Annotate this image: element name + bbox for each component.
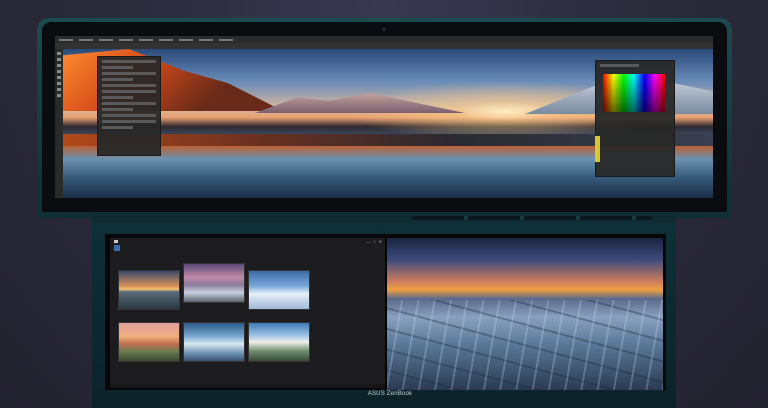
status-bar bbox=[110, 384, 385, 388]
thumbnail-1[interactable] bbox=[118, 270, 180, 310]
folder-icon bbox=[114, 240, 118, 243]
text-tool-icon[interactable] bbox=[57, 88, 61, 91]
zoom-tool-icon[interactable] bbox=[57, 94, 61, 97]
crop-tool-icon[interactable] bbox=[57, 70, 61, 73]
close-button[interactable]: ✕ bbox=[379, 239, 382, 244]
brush-tool-icon[interactable] bbox=[57, 76, 61, 79]
menu-bar[interactable] bbox=[55, 36, 713, 43]
window-controls[interactable]: — □ ✕ bbox=[366, 239, 382, 244]
tab-home[interactable] bbox=[122, 245, 128, 251]
explorer-titlebar bbox=[110, 238, 385, 245]
minimize-button[interactable]: — bbox=[366, 239, 370, 244]
thumbnail-2[interactable] bbox=[183, 263, 245, 303]
maximize-button[interactable]: □ bbox=[373, 239, 375, 244]
main-display bbox=[55, 36, 713, 198]
tools-panel[interactable] bbox=[55, 49, 63, 198]
hinge-vents bbox=[412, 216, 652, 220]
ice-texture bbox=[387, 300, 663, 390]
color-spectrum[interactable] bbox=[603, 74, 665, 112]
lasso-tool-icon[interactable] bbox=[57, 64, 61, 67]
thumbnail-5[interactable] bbox=[183, 322, 245, 362]
color-swatch[interactable] bbox=[595, 136, 600, 162]
marquee-tool-icon[interactable] bbox=[57, 58, 61, 61]
thumbnail-6[interactable] bbox=[248, 322, 310, 362]
tab-share[interactable] bbox=[130, 245, 136, 251]
eraser-tool-icon[interactable] bbox=[57, 82, 61, 85]
ribbon-tabs[interactable] bbox=[110, 245, 389, 251]
webcam bbox=[382, 27, 386, 31]
tab-file[interactable] bbox=[114, 245, 120, 251]
file-explorer-window[interactable]: — □ ✕ bbox=[110, 238, 385, 388]
thumbnail-4[interactable] bbox=[118, 322, 180, 362]
thumbnail-3[interactable] bbox=[248, 270, 310, 310]
brand-label: ASUS ZenBook bbox=[367, 391, 413, 397]
tab-view[interactable] bbox=[138, 245, 144, 251]
layers-panel[interactable] bbox=[97, 56, 161, 156]
options-bar[interactable] bbox=[55, 43, 713, 49]
move-tool-icon[interactable] bbox=[57, 52, 61, 55]
